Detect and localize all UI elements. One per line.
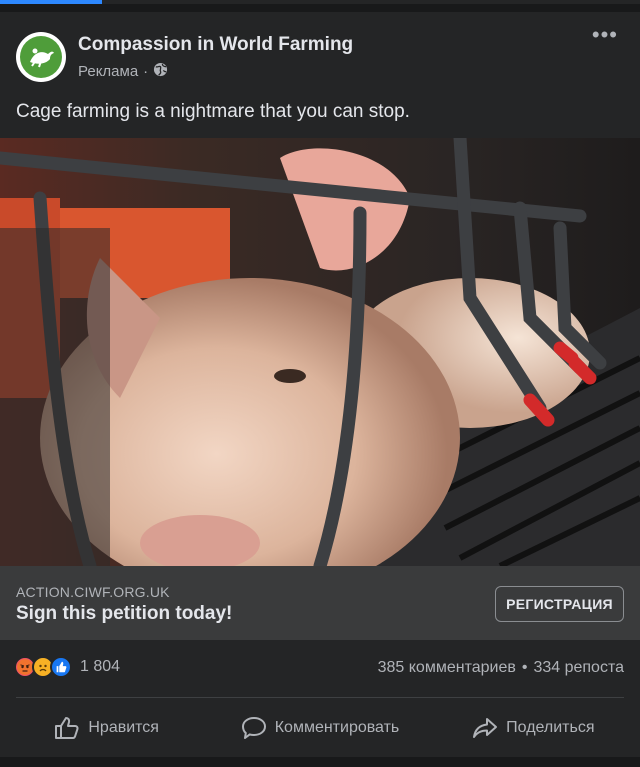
stats-separator: • bbox=[521, 659, 528, 676]
post-image-pig-in-cage[interactable] bbox=[0, 138, 640, 566]
ciwf-logo-icon bbox=[20, 36, 62, 78]
share-label: Поделиться bbox=[506, 718, 595, 736]
link-title[interactable]: Sign this petition today! bbox=[16, 603, 232, 625]
meta-separator: · bbox=[143, 62, 149, 80]
more-options-button[interactable]: ••• bbox=[592, 24, 618, 46]
post-actions: Нравится Комментировать Поделиться bbox=[0, 698, 640, 757]
page-avatar[interactable] bbox=[16, 32, 66, 82]
share-icon bbox=[473, 717, 498, 738]
reactions-summary[interactable]: 1 804 bbox=[14, 656, 120, 678]
post-stats: 385 комментариев • 334 репоста bbox=[378, 659, 624, 677]
link-preview[interactable]: ACTION.CIWF.ORG.UK Sign this petition to… bbox=[0, 566, 640, 640]
page-name[interactable]: Compassion in World Farming bbox=[78, 34, 353, 56]
reaction-icons bbox=[14, 656, 72, 678]
globe-icon[interactable] bbox=[153, 62, 168, 81]
comment-label: Комментировать bbox=[274, 718, 400, 736]
reaction-count: 1 804 bbox=[80, 658, 121, 675]
sponsored-post: Compassion in World Farming Реклама · ••… bbox=[0, 12, 640, 757]
link-domain: ACTION.CIWF.ORG.UK bbox=[16, 584, 170, 600]
thumbs-up-icon bbox=[55, 716, 79, 739]
comment-icon bbox=[241, 716, 266, 739]
comments-count[interactable]: 385 комментариев bbox=[378, 659, 516, 676]
loading-progress bbox=[0, 0, 102, 4]
post-caption: Cage farming is a nightmare that you can… bbox=[16, 101, 410, 122]
like-button[interactable]: Нравится bbox=[0, 698, 213, 757]
sponsored-label[interactable]: Реклама bbox=[78, 63, 138, 80]
comment-button[interactable]: Комментировать bbox=[213, 698, 426, 757]
like-reaction-icon bbox=[50, 656, 72, 678]
shares-count[interactable]: 334 репоста bbox=[533, 659, 624, 676]
share-button[interactable]: Поделиться bbox=[427, 698, 640, 757]
like-label: Нравится bbox=[88, 718, 159, 736]
register-cta-button[interactable]: РЕГИСТРАЦИЯ bbox=[495, 586, 624, 622]
header-text: Compassion in World Farming Реклама · bbox=[78, 34, 353, 81]
post-meta: Реклама · bbox=[78, 62, 353, 81]
top-loading-bar bbox=[0, 0, 640, 4]
post-header: Compassion in World Farming Реклама · bbox=[16, 32, 353, 82]
